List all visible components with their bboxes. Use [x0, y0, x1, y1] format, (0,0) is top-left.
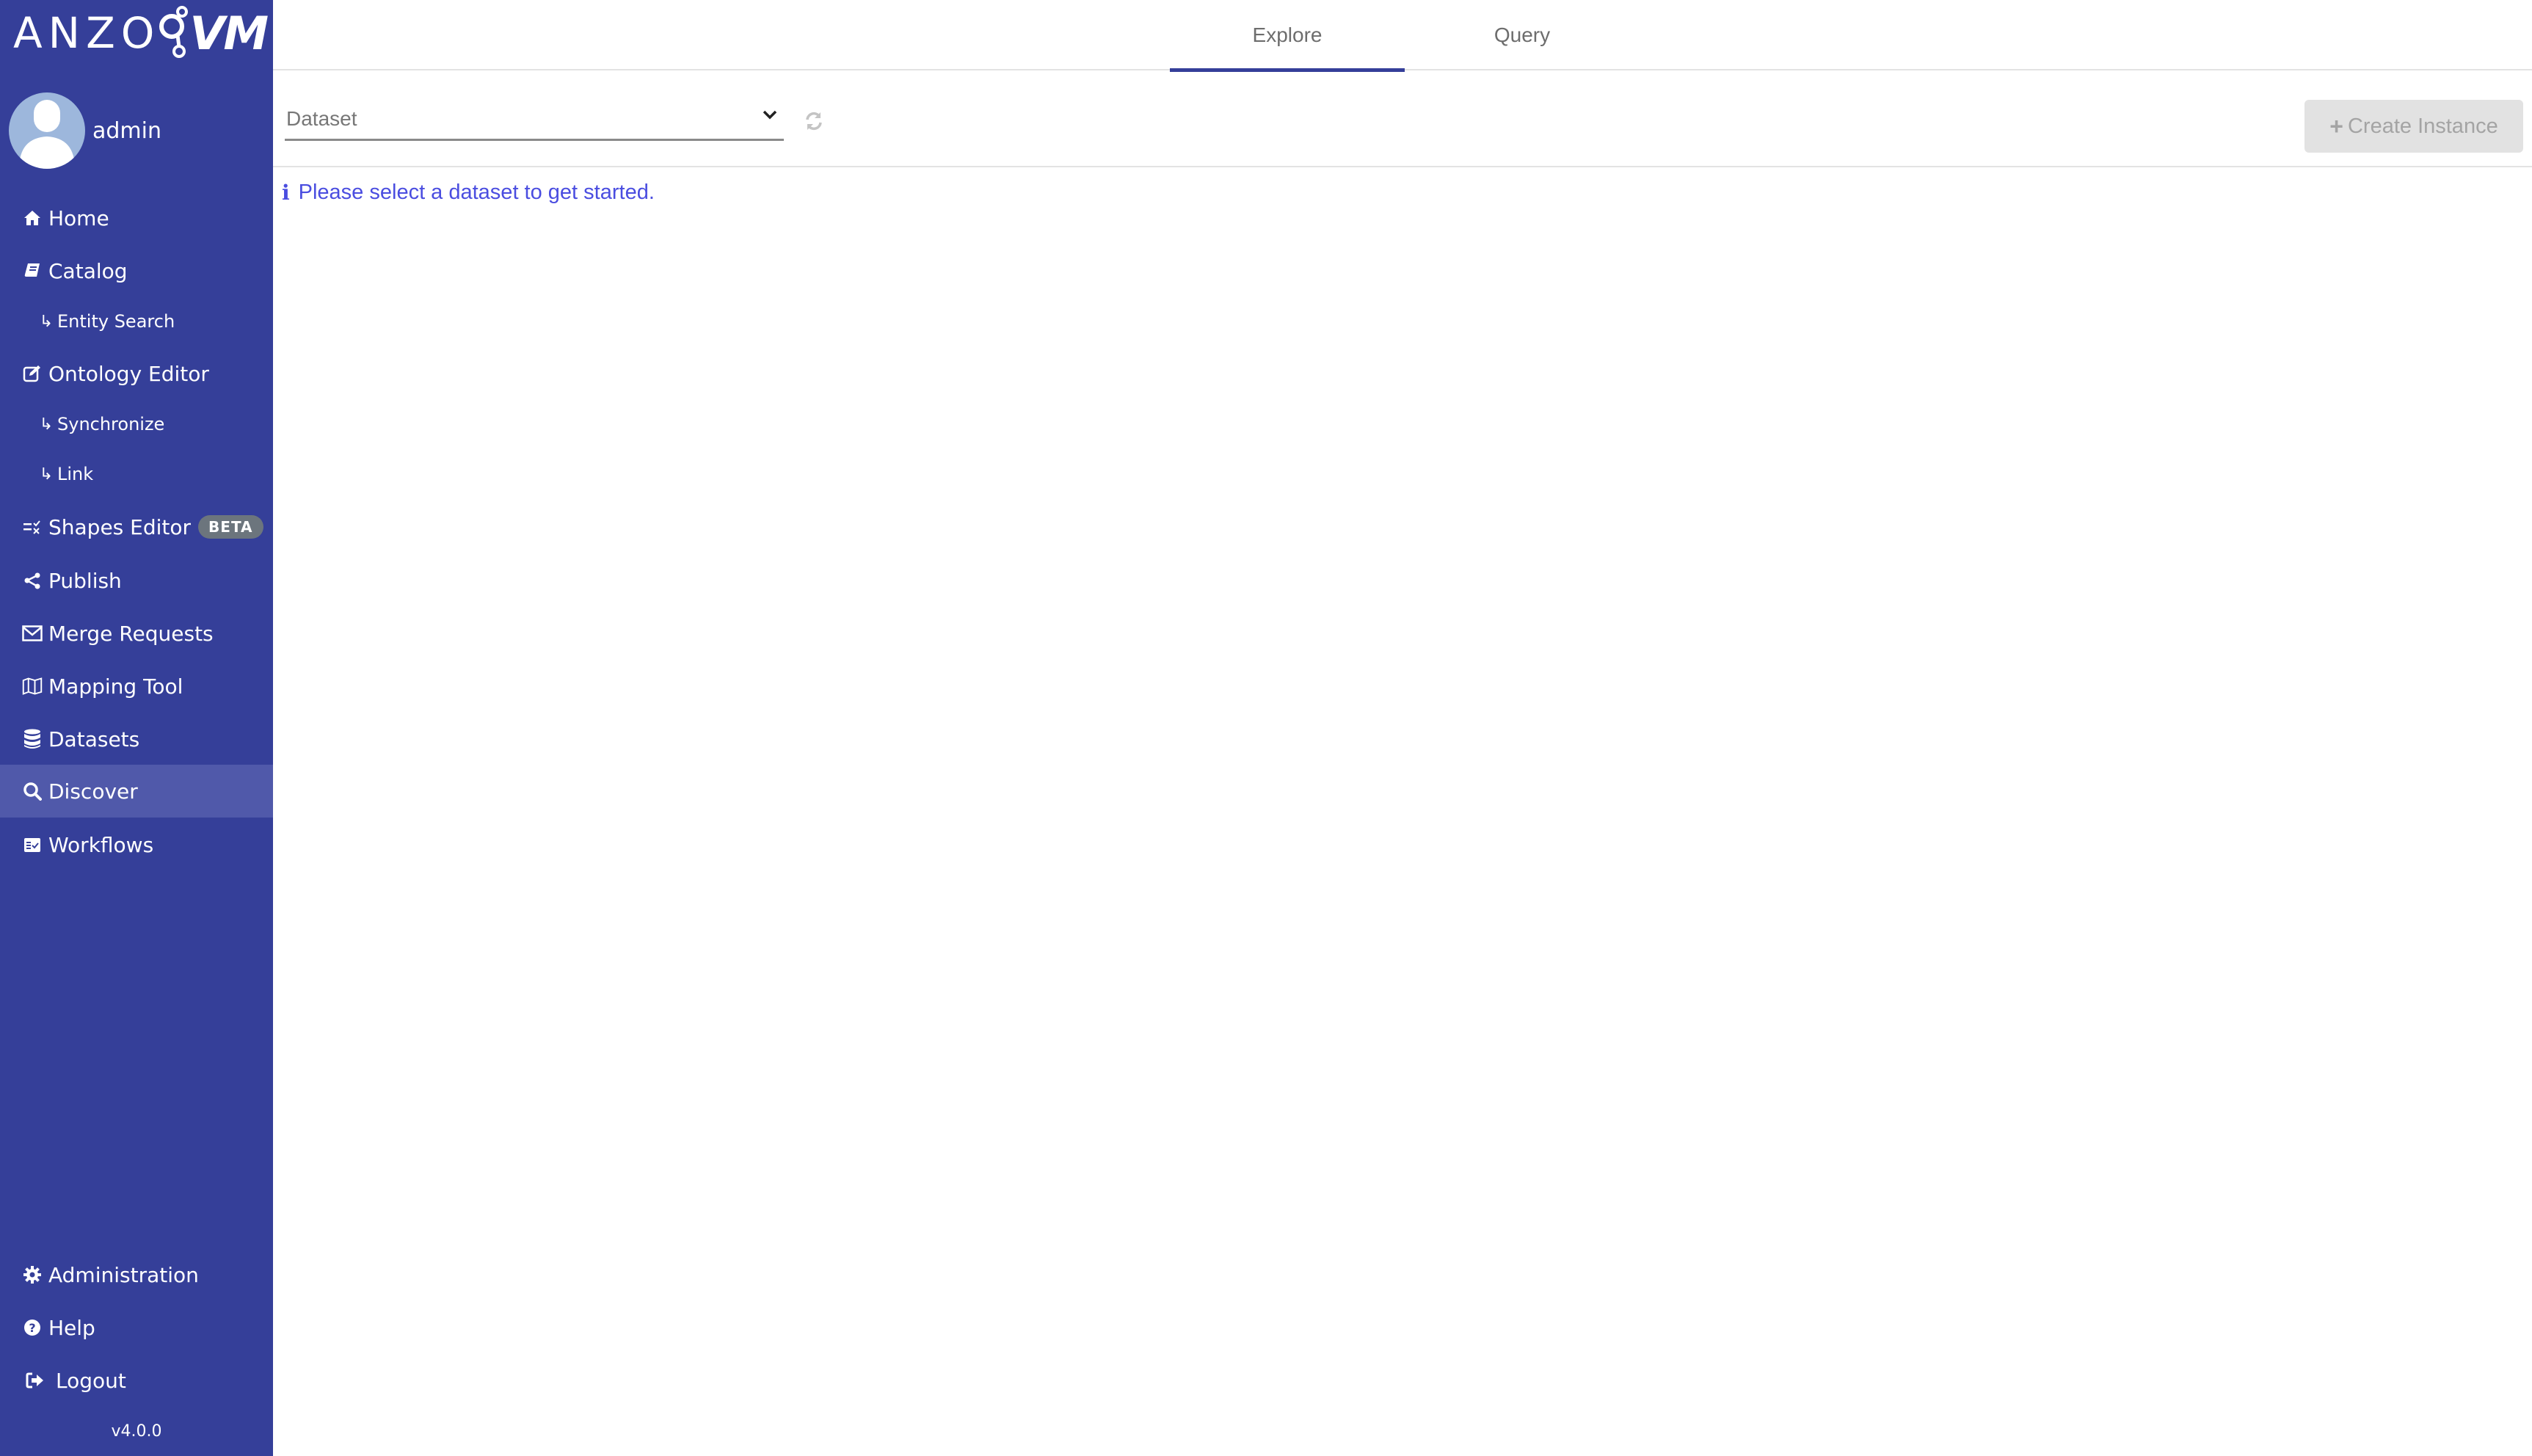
- sidebar-item-entity-search[interactable]: ↳ Entity Search: [0, 295, 273, 348]
- sidebar: ANZO VM admin Home Catalog ↳ Entity Sear…: [0, 0, 273, 1456]
- plus-icon: +: [2329, 112, 2343, 139]
- shapes-icon: [22, 517, 43, 537]
- home-icon: [22, 208, 43, 228]
- edit-icon: [22, 363, 43, 384]
- info-message-text: Please select a dataset to get started.: [298, 181, 655, 204]
- sidebar-item-link[interactable]: ↳ Link: [0, 448, 273, 500]
- user-name: admin: [92, 117, 161, 144]
- info-icon: i: [282, 181, 290, 205]
- sidebar-item-label: Catalog: [48, 258, 128, 283]
- sidebar-item-label: Help: [48, 1315, 95, 1340]
- info-message: i Please select a dataset to get started…: [282, 181, 655, 205]
- sidebar-item-label: Merge Requests: [48, 621, 214, 646]
- logo-magnifier-icon: [159, 6, 189, 58]
- user-icon: [19, 100, 75, 169]
- sidebar-item-label: Workflows: [48, 832, 154, 857]
- sidebar-item-shapes-editor[interactable]: Shapes Editor BETA: [0, 500, 273, 553]
- sidebar-item-merge-requests[interactable]: Merge Requests: [0, 607, 273, 660]
- database-icon: [22, 729, 43, 749]
- sidebar-item-label: Synchronize: [57, 414, 165, 434]
- sidebar-item-label: Link: [57, 464, 94, 484]
- sub-arrow-icon: ↳: [39, 312, 54, 331]
- view-tabs: Explore Query: [273, 0, 2532, 72]
- logo-suffix: VM: [189, 6, 269, 60]
- share-icon: [22, 570, 43, 591]
- sidebar-item-synchronize[interactable]: ↳ Synchronize: [0, 398, 273, 451]
- sidebar-item-label: Publish: [48, 568, 122, 593]
- book-icon: [22, 261, 43, 281]
- search-icon: [22, 781, 43, 801]
- user-profile[interactable]: admin: [9, 92, 161, 169]
- toolbar: Dataset + Create Instance: [273, 70, 2532, 167]
- logo-text: ANZO: [13, 8, 161, 58]
- gear-icon: [22, 1264, 43, 1285]
- sidebar-item-logout[interactable]: Logout: [0, 1354, 273, 1407]
- sub-arrow-icon: ↳: [39, 465, 54, 484]
- sidebar-item-label: Ontology Editor: [48, 361, 209, 386]
- beta-badge: BETA: [198, 515, 263, 539]
- workflow-icon: [22, 834, 43, 855]
- sidebar-item-label: Entity Search: [57, 311, 175, 332]
- sidebar-item-catalog[interactable]: Catalog: [0, 244, 273, 297]
- create-instance-label: Create Instance: [2347, 114, 2498, 138]
- sidebar-item-label: Administration: [48, 1262, 199, 1287]
- sidebar-item-publish[interactable]: Publish: [0, 554, 273, 607]
- question-circle-icon: ?: [22, 1317, 43, 1338]
- sidebar-item-label: Mapping Tool: [48, 674, 183, 699]
- create-instance-button[interactable]: + Create Instance: [2304, 100, 2523, 153]
- sidebar-item-help[interactable]: ? Help: [0, 1301, 273, 1354]
- sidebar-item-home[interactable]: Home: [0, 192, 273, 244]
- dataset-select[interactable]: Dataset: [285, 103, 784, 141]
- sidebar-item-label: Logout: [56, 1368, 126, 1393]
- sidebar-item-label: Shapes Editor: [48, 514, 192, 539]
- sidebar-item-label: Datasets: [48, 727, 140, 751]
- sidebar-item-workflows[interactable]: Workflows: [0, 818, 273, 871]
- sub-arrow-icon: ↳: [39, 415, 54, 434]
- refresh-icon[interactable]: [803, 110, 825, 132]
- sidebar-item-label: Discover: [48, 779, 138, 804]
- sidebar-item-mapping-tool[interactable]: Mapping Tool: [0, 660, 273, 713]
- tab-explore[interactable]: Explore: [1170, 0, 1405, 72]
- app-logo[interactable]: ANZO VM: [13, 6, 269, 60]
- envelope-icon: [22, 623, 43, 644]
- sidebar-item-ontology-editor[interactable]: Ontology Editor: [0, 347, 273, 400]
- sidebar-item-discover[interactable]: Discover: [0, 765, 273, 818]
- sidebar-item-label: Home: [48, 205, 109, 230]
- tab-query[interactable]: Query: [1405, 0, 1640, 70]
- app-version: v4.0.0: [111, 1422, 162, 1441]
- chevron-down-icon: [763, 110, 777, 120]
- avatar: [9, 92, 85, 169]
- sidebar-item-administration[interactable]: Administration: [0, 1248, 273, 1301]
- svg-text:?: ?: [29, 1321, 35, 1335]
- sign-out-icon: [25, 1370, 46, 1391]
- sidebar-item-datasets[interactable]: Datasets: [0, 713, 273, 765]
- dataset-select-placeholder: Dataset: [286, 107, 357, 130]
- map-icon: [22, 676, 43, 696]
